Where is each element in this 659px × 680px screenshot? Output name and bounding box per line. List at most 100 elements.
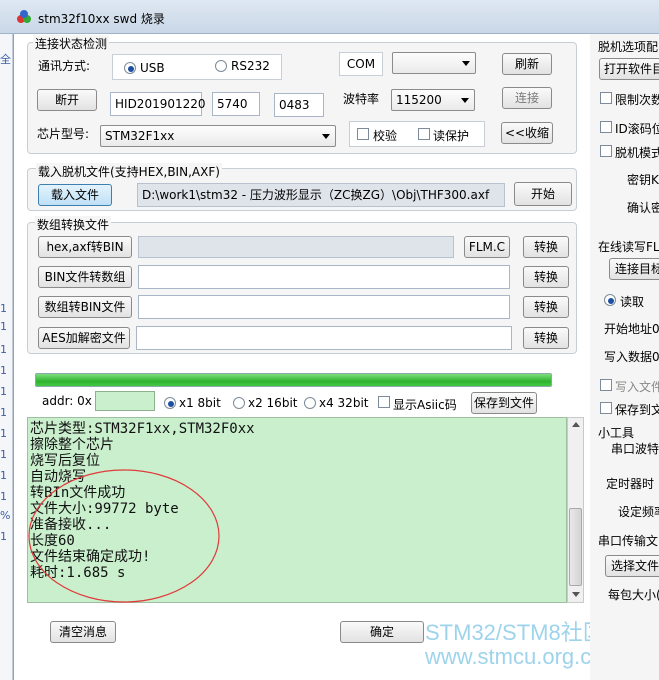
id-roll-label: ID滚码位 [615,122,659,136]
file-path-field[interactable]: D:\work1\stm32 - 压力波形显示（ZC换ZG）\Obj\THF30… [137,183,505,207]
connect-target-button[interactable]: 连接目标 [609,258,659,280]
pid-field[interactable]: 0483 [274,93,324,117]
scroll-down-icon[interactable] [572,592,580,597]
start-button[interactable]: 开始 [514,182,572,206]
usb-label: USB [140,61,165,75]
strip-text: 1 [0,530,7,543]
clear-messages-button[interactable]: 清空消息 [50,621,116,643]
usb-radio[interactable] [124,62,136,74]
id-roll-checkbox[interactable] [600,121,612,133]
background-window-strip: 全 1 1 1 1 1 1 1 1 1 1 % 1 [0,34,13,680]
open-software-dir-button[interactable]: 打开软件目 [599,58,659,80]
chevron-down-icon [462,61,470,66]
start-address-label: 开始地址0 [604,322,659,336]
connect-button[interactable]: 连接 [502,87,552,109]
ascii-checkbox[interactable] [378,396,390,408]
serial-transfer-title: 串口传输文 [598,534,659,548]
limit-count-checkbox[interactable] [600,92,612,104]
strip-text: 1 [0,448,7,461]
watermark-line2: www.stmcu.org.cn [425,644,604,669]
comm-mode-label: 通讯方式: [38,59,91,73]
x2-radio[interactable] [233,397,245,409]
ok-button[interactable]: 确定 [340,621,424,643]
read-protect-checkbox[interactable] [418,128,430,140]
array-to-bin-field[interactable] [138,295,510,319]
chip-label: 芯片型号: [37,127,90,141]
window-title-bar[interactable]: stm32f10xx swd 烧录 [0,0,659,34]
disconnect-button[interactable]: 断开 [37,89,97,111]
collapse-button[interactable]: <<收缩 [501,122,553,144]
serial-baud-label: 串口波特 [611,442,659,456]
offline-mode-checkbox[interactable] [600,145,612,157]
convert-button[interactable]: 转换 [523,296,569,318]
verify-label: 校验 [373,129,398,143]
x1-radio[interactable] [164,397,176,409]
select-file-button[interactable]: 选择文件 [605,555,659,577]
tools-title: 小工具 [598,426,635,440]
convert-button[interactable]: 转换 [523,236,569,258]
write-file-label: 写入文件 [615,380,659,394]
baud-value: 115200 [396,93,442,107]
strip-text: % [0,509,11,522]
strip-text: 1 [0,302,7,315]
watermark-line1: STM32/STM8社区 [425,620,605,645]
chip-select[interactable]: STM32F1xx [100,125,336,147]
strip-text: 全 [0,53,11,66]
addr-label: addr: 0x [42,394,92,408]
x2-label: x2 16bit [248,396,298,410]
verify-checkbox[interactable] [357,128,369,140]
confirm-key-label: 确认密 [627,201,659,215]
baud-select[interactable]: 115200 [391,89,475,111]
aes-file-field[interactable] [136,326,512,350]
log-output[interactable]: 芯片类型:STM32F1xx,STM32F0xx 擦除整个芯片 烧写后复位 自动… [27,417,567,603]
array-to-bin-button[interactable]: 数组转BIN文件 [38,296,132,318]
scroll-up-icon[interactable] [572,422,580,427]
convert-button[interactable]: 转换 [523,327,569,349]
flm-button[interactable]: FLM.C [464,236,510,258]
chevron-down-icon [461,98,469,103]
chip-value: STM32F1xx [105,129,175,143]
progress-bar [35,373,552,387]
strip-text: 1 [0,385,7,398]
x4-radio[interactable] [304,397,316,409]
x1-label: x1 8bit [179,396,221,410]
set-frequency-label: 设定频率 [618,505,659,519]
addr-field[interactable] [95,391,155,411]
convert-group-title: 数组转换文件 [35,216,112,233]
scroll-thumb[interactable] [569,508,582,586]
strip-text: 1 [0,469,7,482]
highlight-ellipse [28,469,220,603]
save-file-checkbox[interactable] [600,402,612,414]
hex-to-bin-button[interactable]: hex,axf转BIN [38,236,132,258]
watermark: STM32/STM8社区 www.stmcu.org.cn [425,621,605,669]
save-to-file-button[interactable]: 保存到文件 [471,392,537,414]
rs232-radio[interactable] [215,60,227,72]
read-radio[interactable] [604,294,616,306]
limit-count-label: 限制次数 [615,93,659,107]
baud-label: 波特率 [343,92,380,106]
timer-label: 定时器时 [606,477,655,491]
strip-text: 1 [0,490,7,503]
bin-to-array-field[interactable] [138,265,510,289]
refresh-button[interactable]: 刷新 [502,53,552,75]
com-select[interactable] [392,52,476,74]
load-file-group-title: 载入脱机文件(支持HEX,BIN,AXF) [36,163,222,180]
device-id-field[interactable]: HID201901220 [110,92,206,116]
connection-group-title: 连接状态检测 [33,35,110,52]
online-rw-title: 在线读写FL [598,240,659,254]
strip-text: 1 [0,320,7,333]
load-file-button[interactable]: 载入文件 [38,184,112,206]
chevron-down-icon [322,134,330,139]
convert-button[interactable]: 转换 [523,266,569,288]
write-file-checkbox[interactable] [600,379,612,391]
bin-to-array-button[interactable]: BIN文件转数组 [38,266,132,288]
log-scrollbar[interactable] [567,417,584,603]
strip-text: 1 [0,343,7,356]
aes-file-button[interactable]: AES加解密文件 [38,327,130,349]
vid-field[interactable]: 5740 [212,92,260,116]
hex-to-bin-field[interactable] [138,236,454,258]
packet-size-label: 每包大小( [608,588,659,602]
x4-label: x4 32bit [319,396,369,410]
ascii-label: 显示Asiic码 [393,398,457,412]
window-title: stm32f10xx swd 烧录 [38,12,165,26]
